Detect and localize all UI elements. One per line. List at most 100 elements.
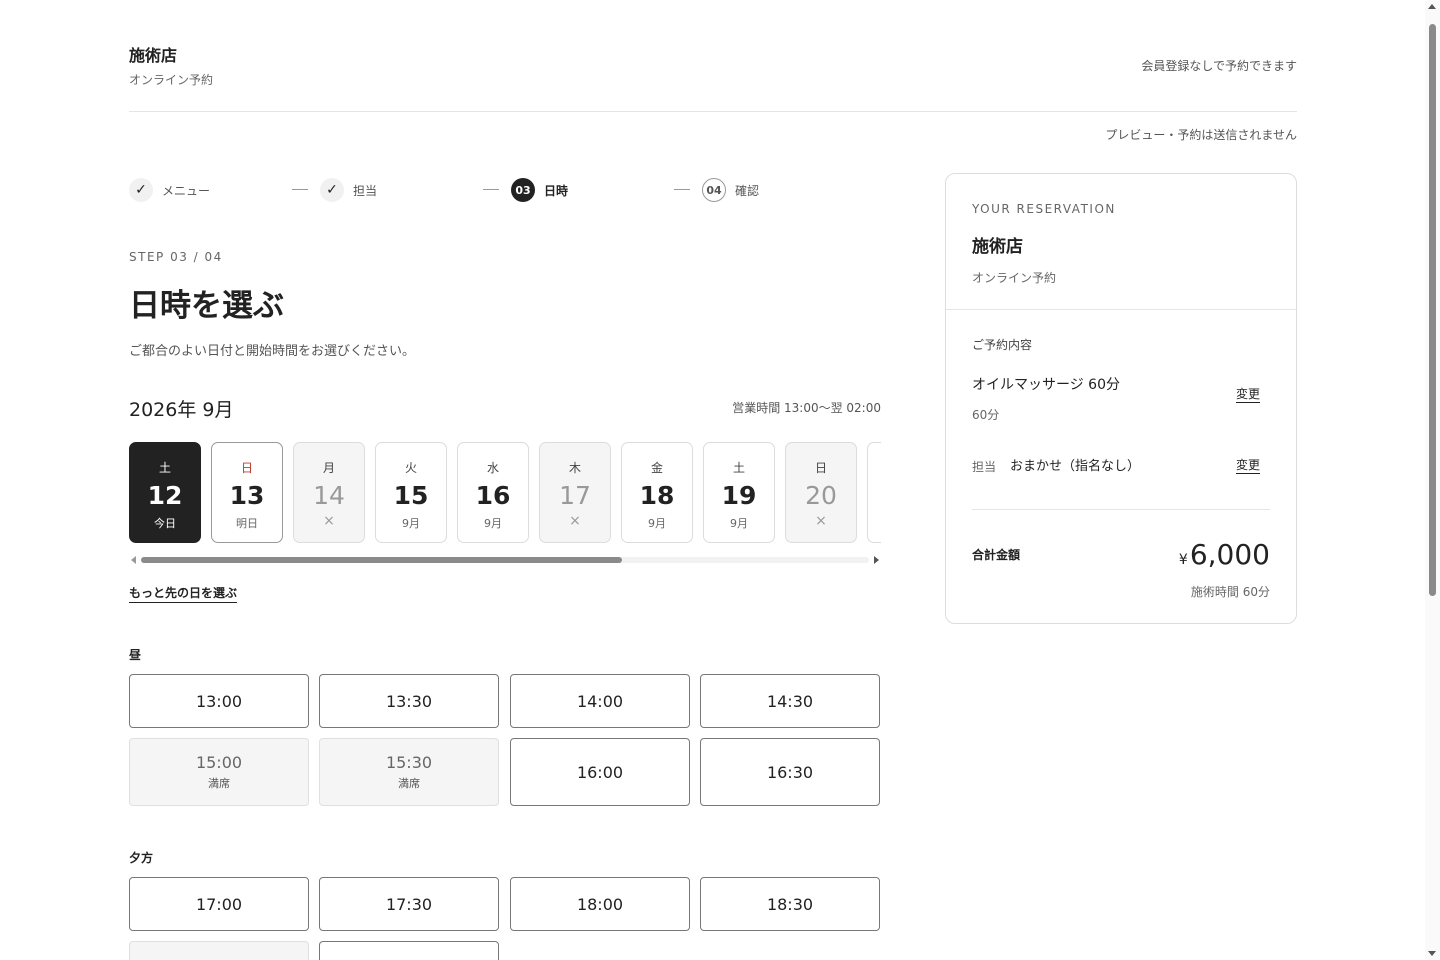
time-slot[interactable]: 14:00 [510,674,690,728]
time-slot[interactable]: 17:00 [129,877,309,931]
slot-time: 18:30 [766,895,814,914]
day-number: 15 [393,481,429,510]
step-connector [674,189,690,190]
reservation-summary: YOUR RESERVATION 施術店 オンライン予約 ご予約内容 オイルマッ… [945,173,1297,624]
time-slot[interactable]: 17:30 [319,877,499,931]
total-label: 合計金額 [972,548,1021,562]
closed-mark: × [815,513,827,529]
slot-time: 14:30 [766,692,814,711]
scroll-left-icon[interactable] [131,556,136,564]
day-number: 20 [805,481,837,510]
weekday-label: 土 [732,461,745,475]
step-label: 日時 [544,183,569,198]
site-header: 施術店 オンライン予約 会員登録なしで予約できます [129,42,1297,112]
weekday-label: 水 [486,461,499,475]
day-number: 14 [313,481,345,510]
summary-staff-label: 担当 [972,460,997,474]
window-scrollbar[interactable] [1425,0,1440,960]
shop-name: 施術店 [129,46,178,65]
day-number: 19 [721,481,757,510]
change-staff-link[interactable]: 変更 [1235,456,1260,474]
date-note: 明日 [236,517,258,530]
weekday-label: 金 [650,461,663,475]
step-confirm: 04 確認 [702,177,759,203]
date-strip[interactable]: 土 12 今日 日 13 明日 月 14 × 火 15 9月 水 16 9月 木… [129,442,881,544]
check-icon: ✓ [129,178,153,202]
time-slot[interactable]: 16:30 [700,738,880,806]
summary-shop-name: 施術店 [972,237,1023,257]
time-slot[interactable]: 18:00 [510,877,690,931]
slot-time: 16:30 [766,763,814,782]
slot-time: 16:00 [576,763,624,782]
time-slot-full [129,941,309,960]
step-counter: STEP 03 / 04 [129,250,223,264]
day-number: 12 [147,481,183,510]
scroll-thumb[interactable] [141,557,622,563]
time-slot[interactable]: 18:30 [700,877,880,931]
month-label: 2026年 9月 [129,399,234,421]
weekday-label: 火 [404,461,417,475]
date-note: 今日 [154,517,176,530]
treatment-time: 施術時間 60分 [1190,585,1270,599]
date-card[interactable]: 火 15 9月 [375,442,447,543]
step-connector [483,189,499,190]
slot-time: 14:00 [576,692,624,711]
scroll-up-icon[interactable] [1428,4,1436,9]
check-icon: ✓ [320,178,344,202]
summary-shop-subtitle: オンライン予約 [972,271,1057,285]
progress-stepper: ✓ メニュー ✓ 担当 03 日時 04 確認 [129,177,889,203]
business-hours: 営業時間 13:00〜翌 02:00 [732,401,881,415]
scroll-down-icon[interactable] [1428,951,1436,956]
date-card[interactable]: 土 12 今日 [129,442,201,543]
period-label-evening: 夕方 [129,851,154,865]
slot-time: 15:00 [195,753,243,772]
day-number: 18 [639,481,675,510]
time-slot[interactable] [319,941,499,960]
weekday-label: 日 [814,461,827,475]
closed-mark: × [323,513,335,529]
shop-subtitle: オンライン予約 [129,73,214,87]
slot-time: 13:00 [195,692,243,711]
day-number: 13 [229,481,265,510]
change-menu-link[interactable]: 変更 [1235,385,1260,403]
date-card[interactable]: 金 18 9月 [621,442,693,543]
time-slot[interactable]: 14:30 [700,674,880,728]
summary-menu-name: オイルマッサージ 60分 [972,377,1120,393]
step-label: メニュー [162,183,211,198]
step-connector [292,189,308,190]
date-card[interactable]: 土 19 9月 [703,442,775,543]
date-strip-scrollbar[interactable] [129,555,881,565]
slot-time: 18:00 [576,895,624,914]
closed-mark: × [569,513,581,529]
slot-status: 満席 [398,777,420,790]
scroll-right-icon[interactable] [874,556,879,564]
day-number: 16 [475,481,511,510]
time-slot[interactable]: 13:30 [319,674,499,728]
step-label: 担当 [353,183,378,198]
date-card: 木 17 × [539,442,611,543]
more-dates-link[interactable]: もっと先の日を選ぶ [129,584,238,603]
date-note: 9月 [484,517,502,530]
step-number-badge: 03 [511,178,535,202]
time-slot[interactable]: 16:00 [510,738,690,806]
total-amount: 6,000 [1189,538,1270,571]
summary-menu-duration: 60分 [972,408,1000,422]
slot-time: 17:30 [385,895,433,914]
date-card[interactable]: 水 16 9月 [457,442,529,543]
date-card[interactable]: 日 13 明日 [211,442,283,543]
slot-time: 13:30 [385,692,433,711]
step-number-badge: 04 [702,178,726,202]
divider [972,509,1270,510]
step-menu[interactable]: ✓ メニュー [129,177,210,203]
time-slot[interactable]: 13:00 [129,674,309,728]
step-staff[interactable]: ✓ 担当 [320,177,377,203]
weekday-label: 月 [322,461,335,475]
no-membership-note: 会員登録なしで予約できます [1141,59,1297,73]
slot-time: 17:00 [195,895,243,914]
scroll-thumb[interactable] [1429,24,1436,596]
weekday-label: 日 [240,461,253,475]
period-label-daytime: 昼 [129,648,142,662]
date-card[interactable] [867,442,881,543]
weekday-label: 木 [568,461,581,475]
slot-time: 15:30 [385,753,433,772]
